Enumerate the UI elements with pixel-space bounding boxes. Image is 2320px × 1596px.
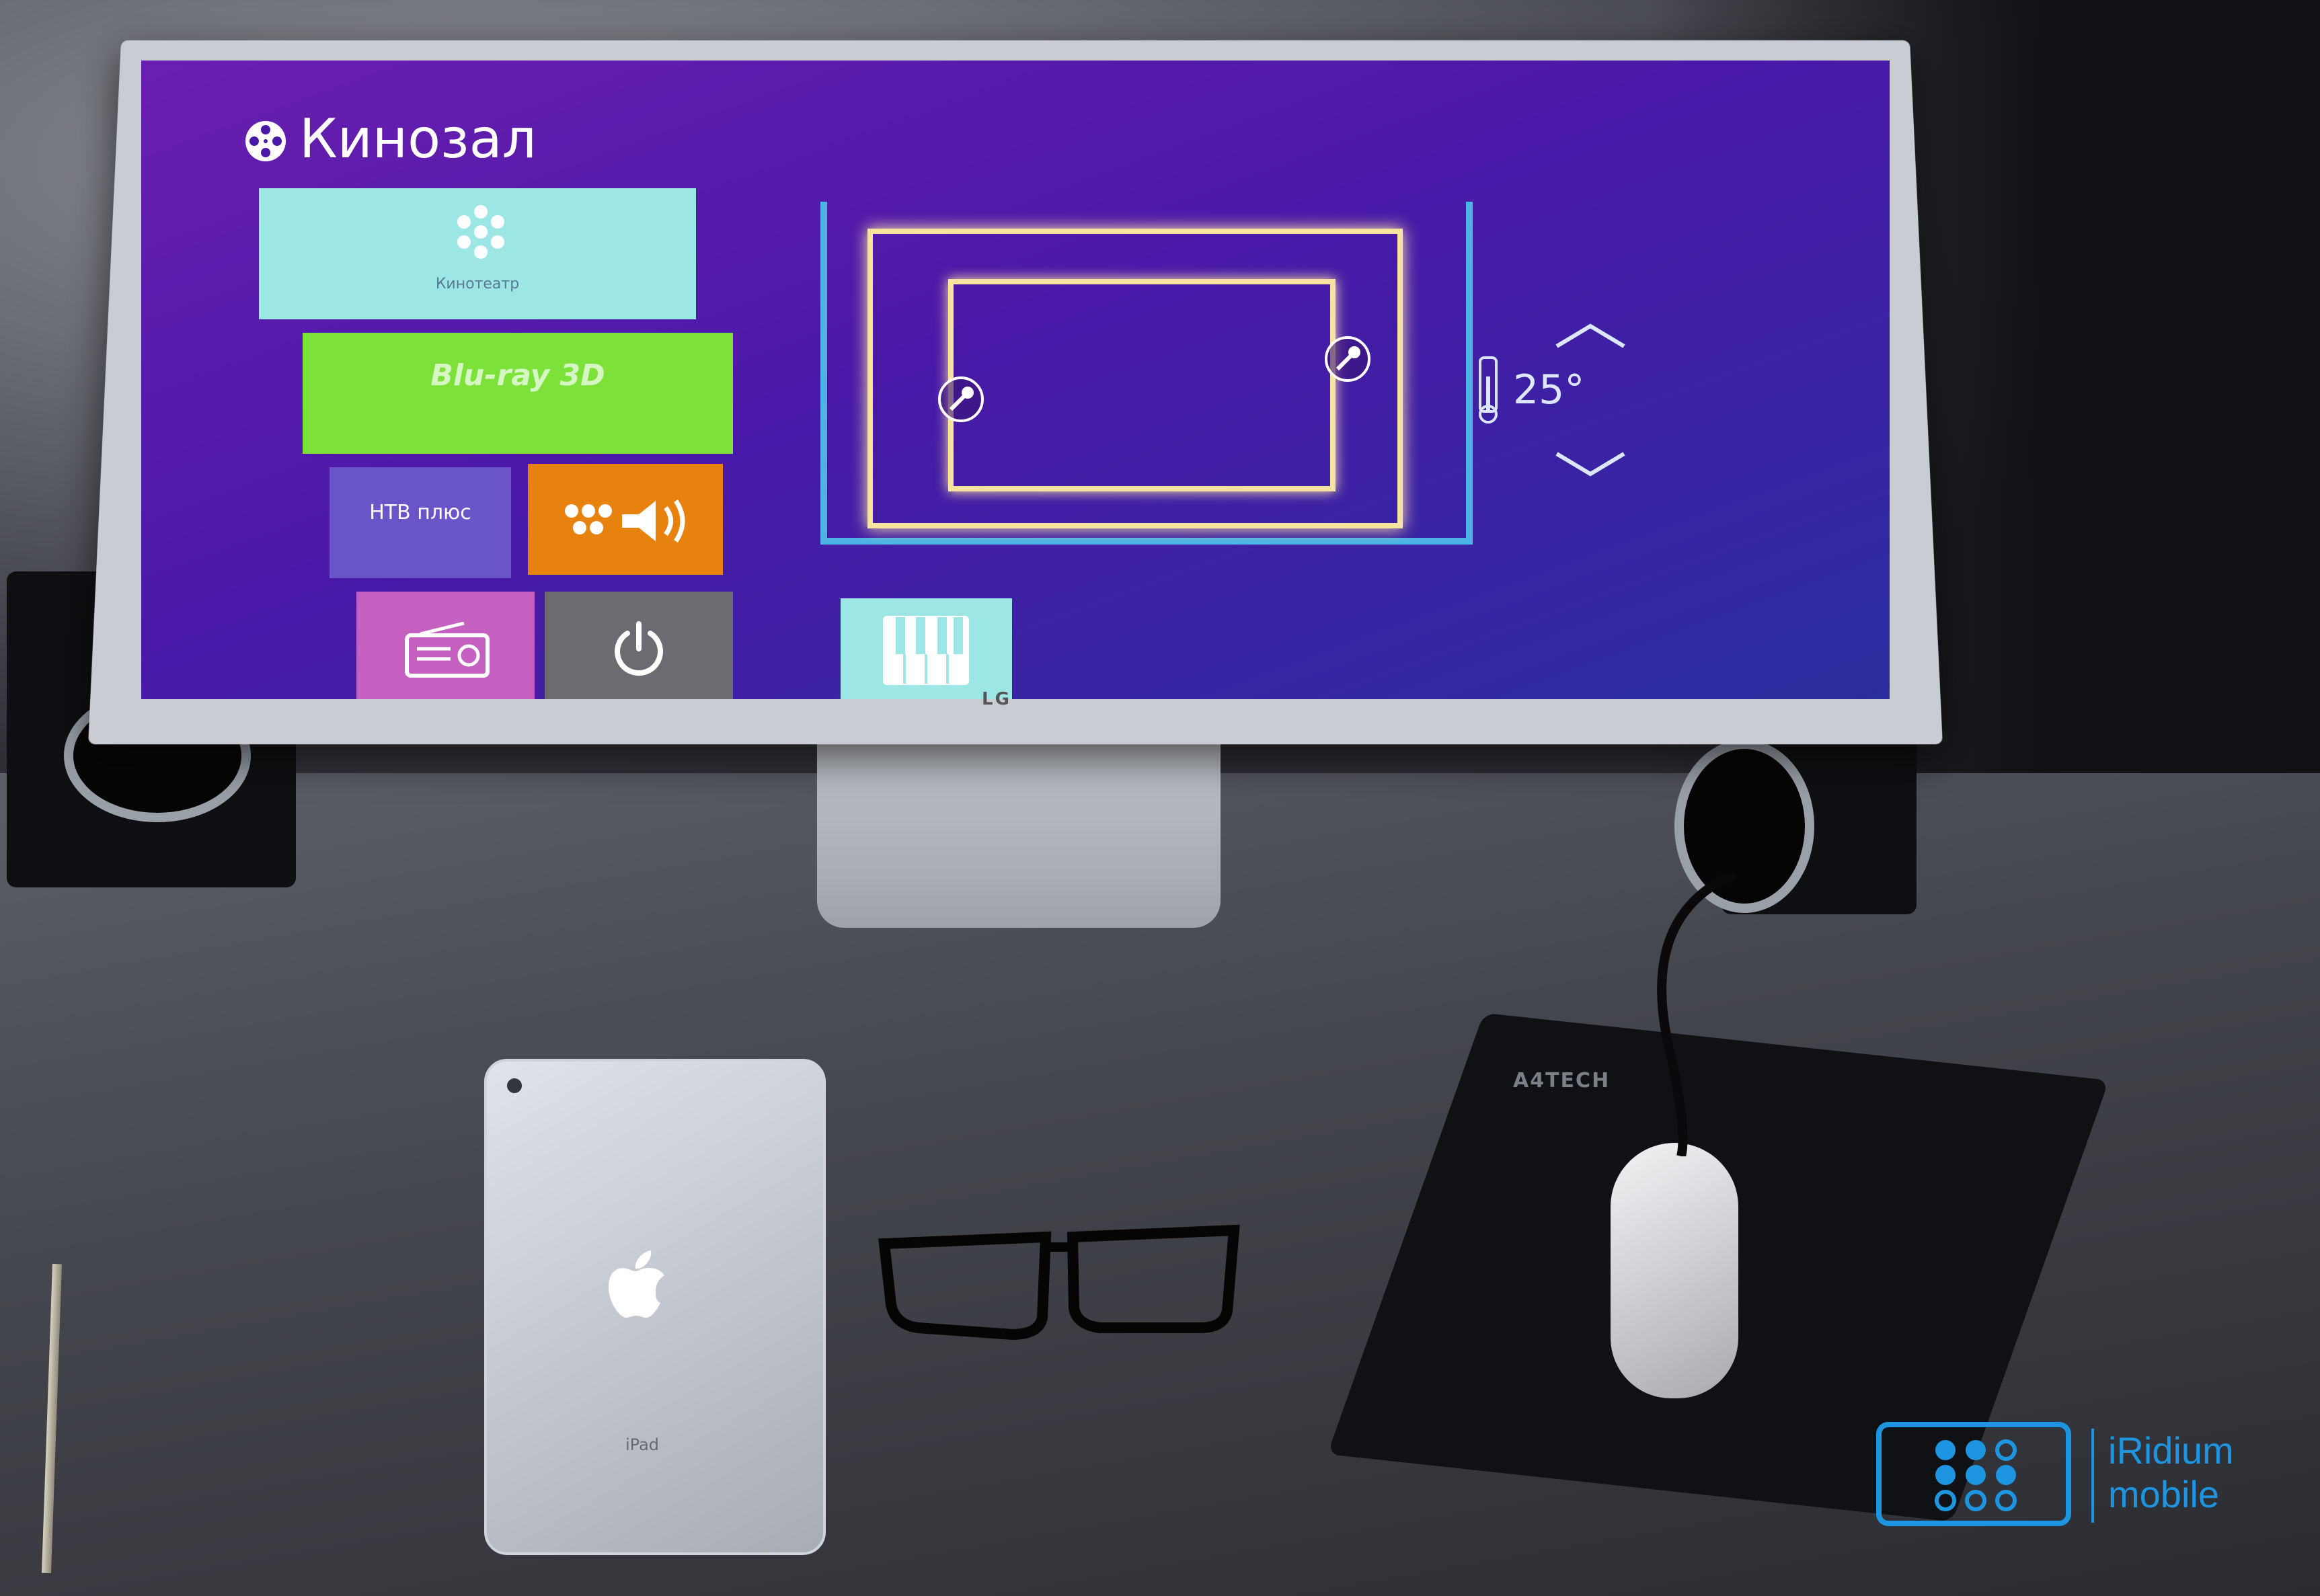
audio-tile[interactable] — [528, 464, 723, 575]
dimmer-icon[interactable] — [1325, 336, 1370, 382]
mouse — [1611, 1143, 1738, 1398]
monitor-stand — [817, 713, 1221, 928]
ipad-label: iPad — [625, 1435, 660, 1454]
thermometer-icon — [1479, 356, 1498, 424]
logo-separator — [2091, 1429, 2094, 1523]
cinema-tile[interactable] — [259, 188, 696, 319]
dimmer-icon[interactable] — [938, 376, 984, 422]
audio-icon — [565, 500, 685, 543]
piano-icon — [883, 616, 969, 685]
power-icon — [615, 621, 663, 676]
iridium-logo-icon — [1876, 1422, 2071, 1526]
screen: Кинозал Кинотеатр Blu-ray 3D НТВ плюс 25… — [141, 61, 1890, 699]
page-title: Кинозал — [299, 108, 537, 170]
mousepad-brand: A4TECH — [1513, 1069, 1611, 1092]
logo-text-line2: mobile — [2108, 1473, 2219, 1515]
chevron-down-icon[interactable] — [1553, 450, 1627, 477]
chevron-up-icon[interactable] — [1553, 323, 1627, 350]
logo-text-line1: iRidium — [2108, 1429, 2234, 1472]
room-light-inner[interactable] — [948, 279, 1336, 491]
logo-dots — [1935, 1439, 2017, 1511]
ipad-camera — [507, 1078, 522, 1093]
apple-icon — [609, 1250, 664, 1318]
glasses — [878, 1224, 1240, 1341]
piano-tile[interactable] — [841, 598, 1012, 699]
ntv-tile-label: НТВ плюс — [369, 501, 471, 524]
mouse-cable — [1657, 874, 1737, 1156]
radio-tile[interactable] — [356, 592, 535, 699]
cinema-tile-label: Кинотеатр — [435, 276, 520, 292]
power-tile[interactable] — [545, 592, 733, 699]
monitor-brand: LG — [982, 689, 1011, 709]
radio-icon — [405, 622, 490, 678]
cinema-logo-icon — [457, 205, 504, 259]
bluray-tile-label: Blu-ray 3D — [430, 358, 605, 393]
film-reel-icon — [245, 121, 286, 161]
temperature-value: 25° — [1513, 366, 1585, 413]
